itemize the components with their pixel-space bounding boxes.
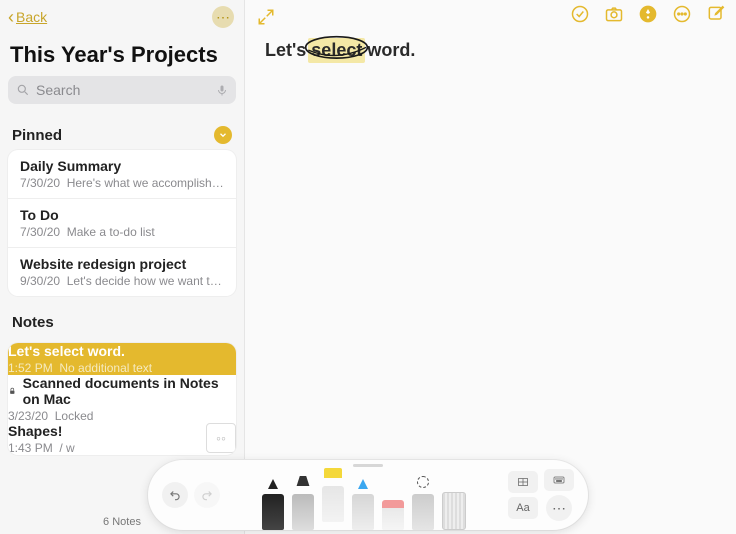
markup-button[interactable] bbox=[638, 4, 658, 24]
chevron-down-icon bbox=[214, 126, 232, 144]
undo-redo-group bbox=[162, 482, 220, 508]
list-item[interactable]: Let's select word. 1:52 PM No additional… bbox=[8, 343, 236, 375]
redo-button[interactable] bbox=[194, 482, 220, 508]
undo-button[interactable] bbox=[162, 482, 188, 508]
editor-pane: Let's select word. bbox=[245, 0, 736, 534]
notes-list: Let's select word. 1:52 PM No additional… bbox=[8, 343, 236, 455]
list-item[interactable]: Website redesign project 9/30/20 Let's d… bbox=[8, 248, 236, 296]
search-input[interactable]: Search bbox=[8, 76, 236, 104]
list-item[interactable]: ◦◦ Shapes! 1:43 PM / w bbox=[8, 423, 236, 455]
ruler-tool[interactable] bbox=[442, 490, 466, 530]
highlighter-tool[interactable] bbox=[322, 474, 344, 522]
search-icon bbox=[16, 83, 30, 97]
back-label: Back bbox=[16, 9, 47, 25]
note-title: Website redesign project bbox=[20, 256, 224, 272]
folder-title: This Year's Projects bbox=[0, 32, 244, 76]
pinned-section-header[interactable]: Pinned bbox=[0, 112, 244, 150]
marker-tool[interactable] bbox=[292, 482, 314, 530]
pen-tool[interactable] bbox=[262, 482, 284, 530]
sidebar-top-bar: ‹ Back ⋯ bbox=[0, 0, 244, 32]
compose-button[interactable] bbox=[706, 4, 726, 24]
ellipsis-icon: ⋯ bbox=[216, 9, 230, 26]
list-item[interactable]: Scanned documents in Notes on Mac 3/23/2… bbox=[8, 375, 236, 423]
microphone-icon[interactable] bbox=[216, 84, 228, 96]
expand-button[interactable] bbox=[257, 8, 275, 31]
notes-section-header[interactable]: Notes bbox=[0, 296, 244, 337]
back-button[interactable]: ‹ Back bbox=[8, 8, 47, 26]
text-format-button[interactable]: Aa bbox=[508, 497, 538, 519]
list-item[interactable]: Daily Summary 7/30/20 Here's what we acc… bbox=[8, 150, 236, 199]
note-title: To Do bbox=[20, 207, 224, 223]
pinned-list: Daily Summary 7/30/20 Here's what we acc… bbox=[8, 150, 236, 296]
drawing-toolbar[interactable]: Aa ⋯ bbox=[148, 460, 588, 530]
sidebar: ‹ Back ⋯ This Year's Projects Search Pin… bbox=[0, 0, 245, 534]
eraser-tool[interactable] bbox=[382, 482, 404, 530]
note-thumbnail-icon: ◦◦ bbox=[206, 423, 236, 453]
chevron-left-icon: ‹ bbox=[8, 8, 14, 26]
drawing-right-group: Aa ⋯ bbox=[508, 469, 574, 521]
pencil-tool[interactable] bbox=[352, 482, 374, 530]
camera-button[interactable] bbox=[604, 4, 624, 24]
table-insert-button[interactable] bbox=[508, 471, 538, 493]
pinned-label: Pinned bbox=[12, 127, 62, 144]
keyboard-button[interactable] bbox=[544, 469, 574, 491]
editor-toolbar bbox=[570, 4, 726, 24]
notes-app: ‹ Back ⋯ This Year's Projects Search Pin… bbox=[0, 0, 736, 534]
toolbar-more-button[interactable]: ⋯ bbox=[546, 495, 572, 521]
tool-picker bbox=[226, 460, 502, 530]
highlighted-word[interactable]: select bbox=[311, 40, 362, 61]
list-item[interactable]: To Do 7/30/20 Make a to-do list bbox=[8, 199, 236, 248]
note-title: Shapes! bbox=[8, 423, 206, 439]
checklist-button[interactable] bbox=[570, 4, 590, 24]
search-placeholder: Search bbox=[36, 82, 80, 98]
note-title: Daily Summary bbox=[20, 158, 224, 174]
folder-options-button[interactable]: ⋯ bbox=[212, 6, 234, 28]
note-title: Scanned documents in Notes on Mac bbox=[8, 375, 236, 407]
ink-circle-icon bbox=[303, 34, 370, 61]
lock-icon bbox=[8, 386, 17, 396]
note-title: Let's select word. bbox=[8, 343, 236, 359]
more-button[interactable] bbox=[672, 4, 692, 24]
notes-label: Notes bbox=[12, 314, 54, 331]
lasso-tool[interactable] bbox=[412, 482, 434, 530]
ellipsis-icon: ⋯ bbox=[552, 500, 566, 517]
